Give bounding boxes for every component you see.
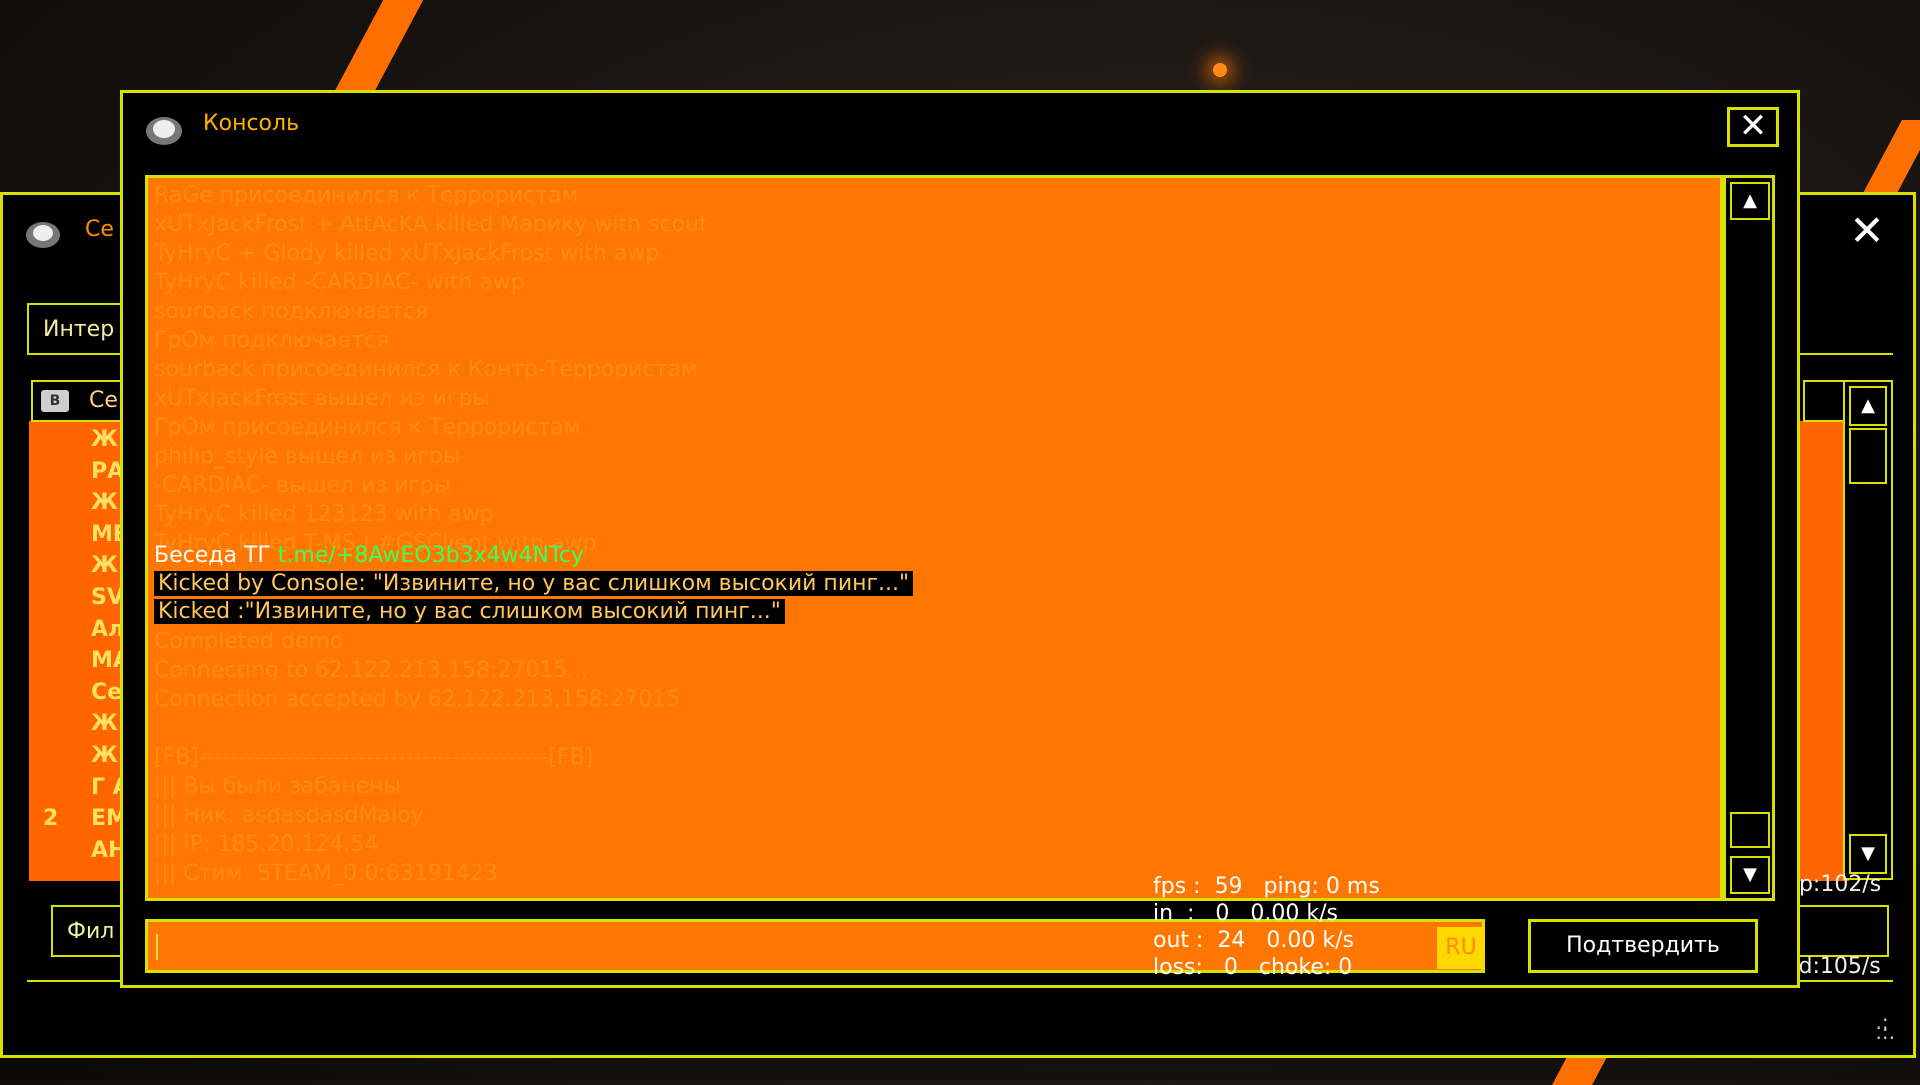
close-button[interactable]: ✕	[1727, 107, 1779, 147]
chat-link[interactable]: t.me/+8AwEO3b3x4w4NTcy	[278, 543, 584, 568]
log-line: ||| Ник: asdasdasdMaloy	[154, 803, 424, 828]
net-stats-line: loss: 0 choke: 0	[1153, 955, 1353, 980]
chat-prefix: Беседа ТГ	[154, 543, 278, 568]
row-name: Ж	[91, 427, 118, 452]
column-header-b[interactable]: B	[41, 390, 69, 412]
log-scrollbar[interactable]: ▲ ▼	[1723, 175, 1775, 901]
log-line: ||| Вы были забанены	[154, 774, 401, 799]
row-name: Ж	[91, 743, 118, 768]
log-line-highlighted: Kicked by Console: "Извините, но у вас с…	[154, 570, 914, 598]
log-line: TyHryC + Glody killed xUTxJackFrost with…	[154, 241, 660, 266]
log-line: RaGe присоединился к Террористам	[154, 183, 579, 208]
background-stripe-bottom	[1552, 1055, 1608, 1085]
log-line: ||| Стим: STEAM_0:0:63191423	[154, 861, 498, 886]
window-title: Се	[85, 217, 114, 242]
text-caret	[156, 934, 158, 960]
scroll-down-button[interactable]: ▼	[1849, 834, 1887, 874]
shield-icon	[26, 222, 60, 248]
log-line: ГрОм присоединился к Террористам	[154, 415, 581, 440]
row-name: Ж	[91, 553, 118, 579]
kick-message: Kicked :"Извините, но у вас слишком высо…	[154, 599, 785, 624]
row-name: Ж	[91, 490, 118, 516]
log-line: -CARDIAC- вышел из игры	[154, 473, 452, 498]
console-log[interactable]: RaGe присоединился к Террористам xUTxJack…	[145, 175, 1723, 901]
log-line: ||| IP: 185.20.124.54	[154, 832, 379, 857]
scroll-down-button[interactable]: ▼	[1730, 856, 1770, 894]
log-line: Completed demo	[154, 629, 344, 654]
net-stats-line: fps : 59 ping: 0 ms	[1153, 874, 1380, 899]
log-line: ГрОм подключается	[154, 328, 390, 353]
submit-button[interactable]: Подтвердить	[1528, 919, 1758, 973]
console-window: Консоль ✕ RaGe присоединился к Террорист…	[120, 90, 1800, 988]
close-button[interactable]: ✕	[1847, 210, 1887, 252]
row-name: Се	[91, 679, 123, 705]
net-stats-line: out : 24 0.00 k/s	[1153, 928, 1354, 953]
scroll-thumb[interactable]	[1849, 428, 1887, 484]
scroll-thumb[interactable]	[1730, 812, 1770, 848]
log-line-highlighted: Kicked :"Извините, но у вас слишком высо…	[154, 598, 785, 626]
row-number: 2	[43, 806, 59, 832]
log-line: TyHryC killed -CARDIAC- with awp	[154, 270, 525, 295]
log-line: sourback подключается	[154, 299, 429, 324]
chat-line: Беседа ТГ t.me/+8AwEO3b3x4w4NTcy	[154, 542, 584, 570]
log-line: philip_style вышел из игры	[154, 444, 461, 469]
background-glow	[1213, 63, 1227, 77]
resize-grip[interactable]: .:.:.	[1876, 1012, 1895, 1042]
shield-icon	[146, 117, 182, 145]
log-line: Connecting to 62.122.213.158:27015...	[154, 658, 589, 683]
log-line: xUTxJackFrost + AttAcKA killed Марику wi…	[154, 212, 708, 237]
log-line: TyHryC killed 123123 with awp	[154, 502, 494, 527]
row-name: SV	[91, 585, 124, 610]
window-title: Консоль	[203, 111, 300, 136]
net-stats: fps : 59 ping: 0 ms in : 0 0.00 k/s out : …	[1153, 873, 1380, 981]
scroll-up-button[interactable]: ▲	[1730, 182, 1770, 220]
log-line: xUTxJackFrost вышел из игры	[154, 386, 490, 411]
row-name: Ж	[91, 711, 118, 737]
log-line: Connection accepted by 62.122.213.158:27…	[154, 687, 681, 712]
log-line: sourback присоединился к Контр-Террорист…	[154, 357, 698, 382]
language-indicator: RU	[1437, 927, 1485, 969]
log-line: [FB]------------------------------------…	[154, 745, 594, 770]
net-stats-line: in : 0 0.00 k/s	[1153, 901, 1339, 926]
kick-message: Kicked by Console: "Извините, но у вас с…	[154, 571, 914, 596]
column-header-server[interactable]: Се	[89, 388, 118, 413]
list-scrollbar[interactable]: ▲ ▼	[1843, 380, 1893, 880]
scroll-up-button[interactable]: ▲	[1849, 386, 1887, 426]
